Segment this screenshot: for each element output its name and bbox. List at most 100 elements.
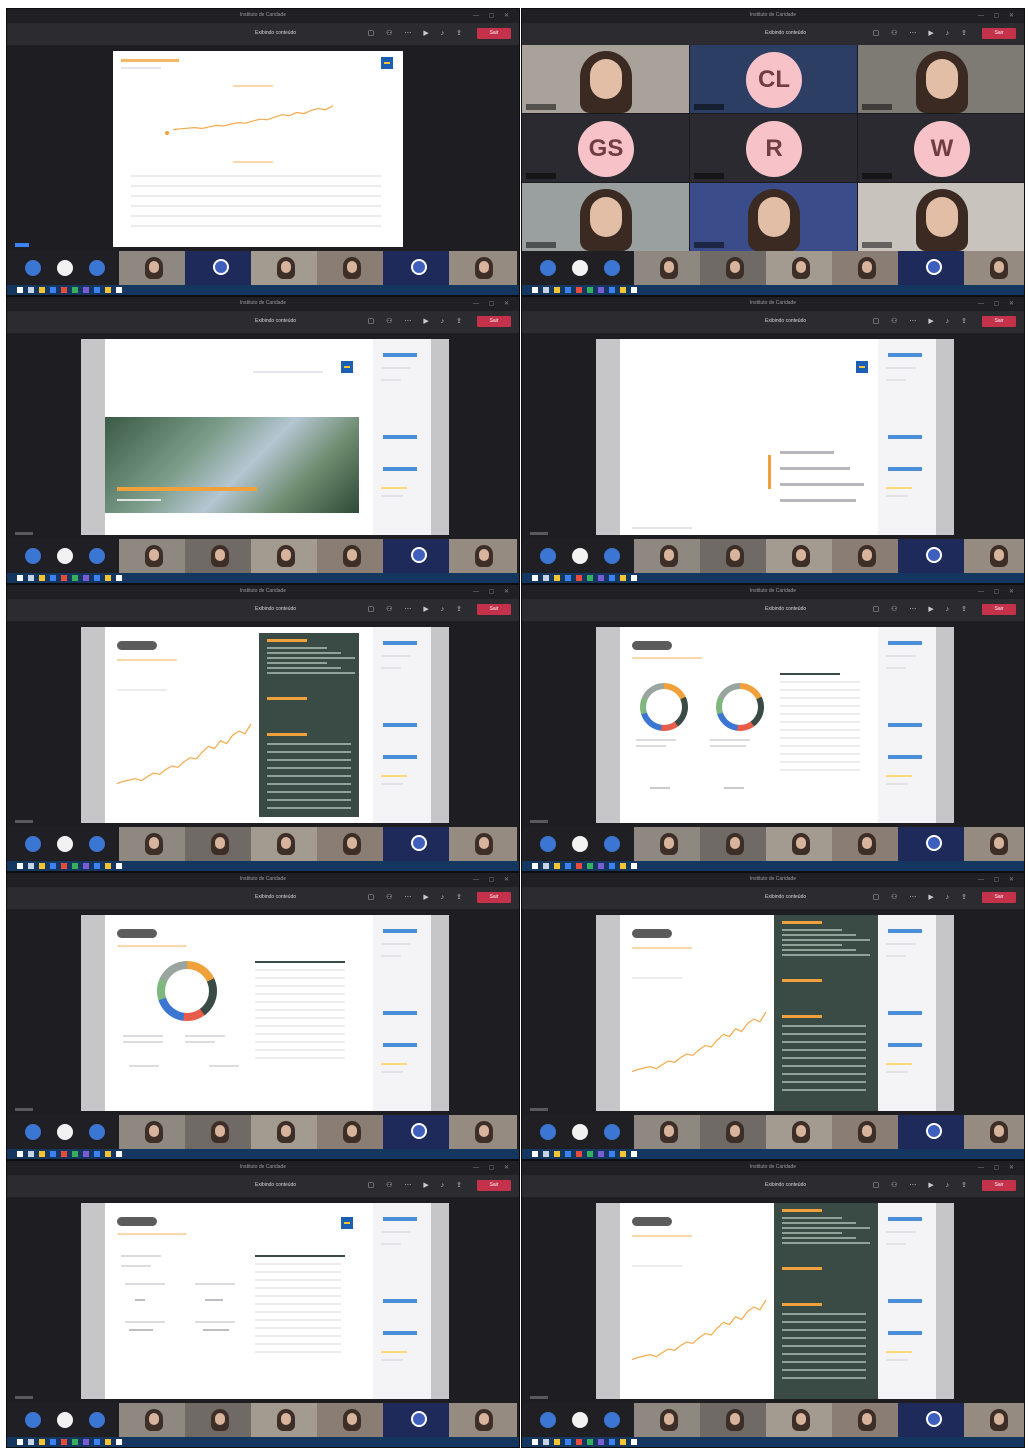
- window-controls-icon[interactable]: — ▢ ✕: [473, 588, 513, 595]
- viewer-button[interactable]: [383, 1217, 417, 1221]
- taskbar-app-icon[interactable]: [83, 575, 89, 581]
- taskbar-app-icon[interactable]: [576, 863, 582, 869]
- viewer-button[interactable]: [888, 353, 922, 357]
- taskbar-app-icon[interactable]: [39, 287, 45, 293]
- taskbar-app-icon[interactable]: [587, 1439, 593, 1445]
- participant-video-tile[interactable]: [858, 183, 1024, 251]
- taskbar-app-icon[interactable]: [554, 1151, 560, 1157]
- taskbar-app-icon[interactable]: [620, 1151, 626, 1157]
- toolbar-icons[interactable]: ▢ ⚇ ⋯ ▶ ♪ ⇪: [873, 893, 972, 901]
- participant-thumbnail[interactable]: [700, 1115, 768, 1149]
- taskbar-app-icon[interactable]: [50, 1151, 56, 1157]
- person-circle-icon[interactable]: [25, 1412, 41, 1428]
- person-circle-icon[interactable]: [604, 260, 620, 276]
- viewer-scrollbar[interactable]: [431, 1203, 449, 1399]
- taskbar-app-icon[interactable]: [61, 1439, 67, 1445]
- toolbar-icons[interactable]: ▢ ⚇ ⋯ ▶ ♪ ⇪: [873, 29, 972, 37]
- leave-button[interactable]: Sair: [982, 892, 1016, 903]
- taskbar-app-icon[interactable]: [565, 575, 571, 581]
- participant-thumbnail[interactable]: [700, 827, 768, 861]
- taskbar-app-icon[interactable]: [598, 1439, 604, 1445]
- participant-video-tile[interactable]: [690, 183, 857, 251]
- window-controls-icon[interactable]: — ▢ ✕: [473, 300, 513, 307]
- viewer-scrollbar[interactable]: [936, 1203, 954, 1399]
- viewer-button[interactable]: [383, 755, 417, 759]
- participant-thumbnail[interactable]: [317, 1403, 385, 1437]
- taskbar-app-icon[interactable]: [94, 287, 100, 293]
- taskbar-app-icon[interactable]: [554, 1439, 560, 1445]
- viewer-button[interactable]: [383, 929, 417, 933]
- participant-video-tile[interactable]: R: [690, 114, 857, 182]
- taskbar-app-icon[interactable]: [50, 287, 56, 293]
- taskbar-app-icon[interactable]: [631, 1439, 637, 1445]
- person-circle-icon[interactable]: [604, 548, 620, 564]
- participant-thumbnail[interactable]: [119, 251, 187, 285]
- taskbar-app-icon[interactable]: [543, 1439, 549, 1445]
- person-circle-icon[interactable]: [89, 1124, 105, 1140]
- participant-thumbnail[interactable]: [449, 827, 517, 861]
- viewer-button[interactable]: [383, 1011, 417, 1015]
- viewer-button[interactable]: [383, 1331, 417, 1335]
- participant-thumbnail[interactable]: [832, 1403, 900, 1437]
- participant-thumbnail[interactable]: [766, 827, 834, 861]
- taskbar-app-icon[interactable]: [61, 863, 67, 869]
- taskbar-app-icon[interactable]: [83, 863, 89, 869]
- taskbar-app-icon[interactable]: [620, 575, 626, 581]
- taskbar-app-icon[interactable]: [61, 1151, 67, 1157]
- toolbar-icons[interactable]: ▢ ⚇ ⋯ ▶ ♪ ⇪: [873, 317, 972, 325]
- taskbar-app-icon[interactable]: [609, 287, 615, 293]
- person-circle-icon[interactable]: [572, 836, 588, 852]
- viewer-scrollbar[interactable]: [936, 339, 954, 535]
- taskbar-app-icon[interactable]: [116, 1151, 122, 1157]
- taskbar-app-icon[interactable]: [94, 863, 100, 869]
- person-circle-icon[interactable]: [25, 836, 41, 852]
- taskbar-app-icon[interactable]: [105, 1151, 111, 1157]
- taskbar-app-icon[interactable]: [598, 575, 604, 581]
- taskbar-app-icon[interactable]: [17, 863, 23, 869]
- participant-thumbnail[interactable]: [185, 827, 253, 861]
- participant-thumbnail[interactable]: [766, 539, 834, 573]
- leave-button[interactable]: Sair: [982, 1180, 1016, 1191]
- participant-thumbnail[interactable]: [383, 827, 451, 861]
- participant-thumbnail[interactable]: [964, 1403, 1024, 1437]
- taskbar-app-icon[interactable]: [94, 575, 100, 581]
- taskbar-app-icon[interactable]: [83, 1151, 89, 1157]
- taskbar-app-icon[interactable]: [72, 863, 78, 869]
- person-circle-icon[interactable]: [540, 836, 556, 852]
- leave-button[interactable]: Sair: [477, 1180, 511, 1191]
- viewer-scrollbar[interactable]: [936, 915, 954, 1111]
- participant-video-tile[interactable]: [522, 183, 689, 251]
- viewer-button[interactable]: [888, 929, 922, 933]
- viewer-scrollbar[interactable]: [431, 915, 449, 1111]
- taskbar-app-icon[interactable]: [543, 287, 549, 293]
- participant-thumbnail[interactable]: [766, 1403, 834, 1437]
- person-circle-icon[interactable]: [604, 836, 620, 852]
- viewer-button[interactable]: [383, 467, 417, 471]
- taskbar-app-icon[interactable]: [543, 1151, 549, 1157]
- participant-thumbnail[interactable]: [383, 1403, 451, 1437]
- taskbar-app-icon[interactable]: [554, 575, 560, 581]
- taskbar-app-icon[interactable]: [609, 1439, 615, 1445]
- person-circle-icon[interactable]: [57, 1412, 73, 1428]
- participant-thumbnail[interactable]: [700, 539, 768, 573]
- viewer-scrollbar[interactable]: [936, 627, 954, 823]
- viewer-button[interactable]: [383, 641, 417, 645]
- taskbar-app-icon[interactable]: [39, 575, 45, 581]
- taskbar-app-icon[interactable]: [61, 575, 67, 581]
- taskbar-app-icon[interactable]: [61, 287, 67, 293]
- leave-button[interactable]: Sair: [982, 28, 1016, 39]
- leave-button[interactable]: Sair: [477, 892, 511, 903]
- window-controls-icon[interactable]: — ▢ ✕: [473, 12, 513, 19]
- taskbar-app-icon[interactable]: [17, 575, 23, 581]
- taskbar-app-icon[interactable]: [116, 575, 122, 581]
- taskbar-app-icon[interactable]: [116, 1439, 122, 1445]
- participant-thumbnail[interactable]: [898, 827, 966, 861]
- participant-thumbnail[interactable]: [383, 1115, 451, 1149]
- participant-thumbnail[interactable]: [317, 1115, 385, 1149]
- leave-button[interactable]: Sair: [477, 28, 511, 39]
- taskbar-app-icon[interactable]: [565, 1151, 571, 1157]
- toolbar-icons[interactable]: ▢ ⚇ ⋯ ▶ ♪ ⇪: [873, 605, 972, 613]
- taskbar-app-icon[interactable]: [50, 863, 56, 869]
- participant-thumbnail[interactable]: [634, 1115, 702, 1149]
- taskbar-app-icon[interactable]: [609, 575, 615, 581]
